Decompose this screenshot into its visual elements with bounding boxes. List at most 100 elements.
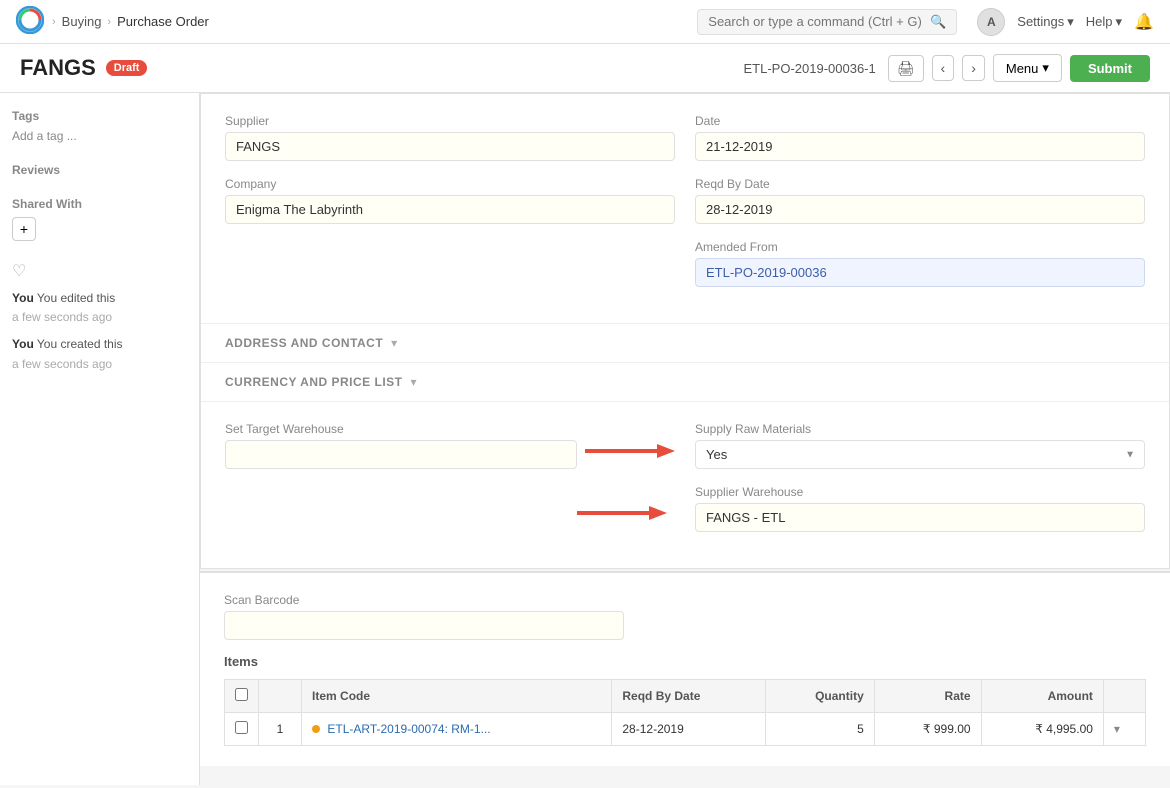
row-num: 1: [259, 713, 302, 746]
col-quantity: Quantity: [766, 680, 874, 713]
activity-2-text: You created this: [37, 337, 123, 351]
row-rate: ₹ 999.00: [874, 713, 981, 746]
barcode-section: Scan Barcode Items Item Code Reqd By Dat…: [200, 571, 1170, 766]
activity-2-time: a few seconds ago: [12, 357, 112, 371]
currency-price-header[interactable]: CURRENCY AND PRICE LIST ▾: [201, 362, 1169, 401]
shared-label: Shared With: [12, 197, 187, 211]
supplier-warehouse-input[interactable]: [695, 503, 1145, 532]
address-contact-title: ADDRESS AND CONTACT: [225, 336, 383, 350]
row-item-code: ETL-ART-2019-00074: RM-1...: [302, 713, 612, 746]
notifications-icon[interactable]: 🔔: [1134, 12, 1154, 32]
content-area: Supplier Date Company Reqd By Da: [200, 93, 1170, 785]
supplier-label: Supplier: [225, 114, 675, 128]
target-warehouse-group: Set Target Warehouse: [225, 422, 675, 469]
submit-button[interactable]: Submit: [1070, 55, 1150, 82]
add-shared-button[interactable]: +: [12, 217, 36, 241]
next-button[interactable]: ›: [962, 55, 985, 81]
row-expand-icon[interactable]: ▾: [1114, 722, 1120, 736]
page-header: FANGS Draft ETL-PO-2019-00036-1 🖨 ‹ › Me…: [0, 44, 1170, 93]
col-rate: Rate: [874, 680, 981, 713]
empty-warehouse-left: [225, 485, 675, 525]
supply-raw-label: Supply Raw Materials: [695, 422, 1145, 436]
activity-2-you: You: [12, 337, 34, 351]
col-item-code: Item Code: [302, 680, 612, 713]
sidebar-shared-section: Shared With +: [12, 197, 187, 241]
reqd-date-label: Reqd By Date: [695, 177, 1145, 191]
date-group: Date: [695, 114, 1145, 161]
supplier-warehouse-label: Supplier Warehouse: [695, 485, 1145, 499]
amended-row: Amended From ETL-PO-2019-00036: [225, 240, 1145, 287]
avatar: A: [977, 8, 1005, 36]
row-expand-cell: ▾: [1103, 713, 1145, 746]
item-code-link[interactable]: ETL-ART-2019-00074: RM-1...: [327, 722, 490, 736]
activity-1-text: You edited this: [37, 291, 115, 305]
supply-raw-select[interactable]: Yes No: [695, 440, 1145, 469]
sidebar: Tags Add a tag ... Reviews Shared With +…: [0, 93, 200, 785]
doc-id: ETL-PO-2019-00036-1: [744, 61, 876, 76]
company-group: Company: [225, 177, 675, 224]
search-input[interactable]: [708, 14, 922, 29]
row-reqd-date: 28-12-2019: [612, 713, 766, 746]
address-contact-header[interactable]: ADDRESS AND CONTACT ▾: [201, 323, 1169, 362]
prev-button[interactable]: ‹: [932, 55, 955, 81]
breadcrumb: › Buying › Purchase Order: [52, 14, 209, 29]
supplier-date-row: Supplier Date: [225, 114, 1145, 161]
help-chevron-icon: ▾: [1116, 14, 1123, 30]
supply-raw-select-wrapper: Yes No: [695, 440, 1145, 469]
breadcrumb-chevron-1: ›: [52, 16, 56, 28]
company-input[interactable]: [225, 195, 675, 224]
row-checkbox[interactable]: [235, 721, 248, 734]
target-warehouse-input[interactable]: [225, 440, 577, 469]
settings-chevron-icon: ▾: [1067, 14, 1074, 30]
select-all-checkbox[interactable]: [235, 688, 248, 701]
search-icon: 🔍: [930, 14, 946, 30]
breadcrumb-purchase-order[interactable]: Purchase Order: [117, 14, 209, 29]
col-expand: [1103, 680, 1145, 713]
page-title: FANGS: [20, 55, 96, 81]
amended-from-group: Amended From ETL-PO-2019-00036: [695, 240, 1145, 287]
warehouse-section: Set Target Warehouse Sup: [201, 401, 1169, 568]
amended-from-value: ETL-PO-2019-00036: [695, 258, 1145, 287]
heart-icon[interactable]: ♡: [12, 263, 26, 280]
date-label: Date: [695, 114, 1145, 128]
col-checkbox: [225, 680, 259, 713]
supply-raw-group: Supply Raw Materials Yes No: [695, 422, 1145, 469]
company-label: Company: [225, 177, 675, 191]
breadcrumb-chevron-2: ›: [107, 16, 111, 28]
amended-from-label: Amended From: [695, 240, 1145, 254]
activity-1-time: a few seconds ago: [12, 310, 112, 324]
address-chevron-icon: ▾: [391, 336, 397, 350]
sidebar-reviews-section: Reviews: [12, 163, 187, 177]
col-reqd-date: Reqd By Date: [612, 680, 766, 713]
row-amount: ₹ 4,995.00: [981, 713, 1103, 746]
breadcrumb-buying[interactable]: Buying: [62, 14, 102, 29]
supplier-input[interactable]: [225, 132, 675, 161]
main-form-card: Supplier Date Company Reqd By Da: [200, 93, 1170, 569]
supplier-section: Supplier Date Company Reqd By Da: [201, 94, 1169, 323]
barcode-label: Scan Barcode: [224, 593, 1146, 607]
settings-button[interactable]: Settings ▾: [1017, 14, 1074, 30]
target-warehouse-label: Set Target Warehouse: [225, 422, 577, 436]
print-button[interactable]: 🖨: [888, 55, 924, 82]
items-label: Items: [224, 640, 1146, 679]
top-nav: › Buying › Purchase Order 🔍 A Settings ▾…: [0, 0, 1170, 44]
global-search[interactable]: 🔍: [697, 9, 957, 35]
barcode-input[interactable]: [224, 611, 624, 640]
reqd-date-input[interactable]: [695, 195, 1145, 224]
items-table: Item Code Reqd By Date Quantity Rate Amo…: [224, 679, 1146, 746]
arrow-right-icon-2: [577, 501, 667, 525]
currency-chevron-icon: ▾: [411, 375, 417, 389]
row-quantity: 5: [766, 713, 874, 746]
date-input[interactable]: [695, 132, 1145, 161]
col-num: [259, 680, 302, 713]
warehouse-row-1: Set Target Warehouse Sup: [225, 422, 1145, 469]
col-amount: Amount: [981, 680, 1103, 713]
reviews-label: Reviews: [12, 163, 187, 177]
sidebar-activity: You You edited this a few seconds ago Yo…: [12, 289, 187, 374]
menu-button[interactable]: Menu ▾: [993, 54, 1062, 82]
help-button[interactable]: Help ▾: [1086, 14, 1122, 30]
page-actions: ETL-PO-2019-00036-1 🖨 ‹ › Menu ▾ Submit: [744, 54, 1151, 82]
activity-1-you: You: [12, 291, 34, 305]
sidebar-tags-section: Tags Add a tag ...: [12, 109, 187, 143]
add-tag-button[interactable]: Add a tag ...: [12, 129, 187, 143]
